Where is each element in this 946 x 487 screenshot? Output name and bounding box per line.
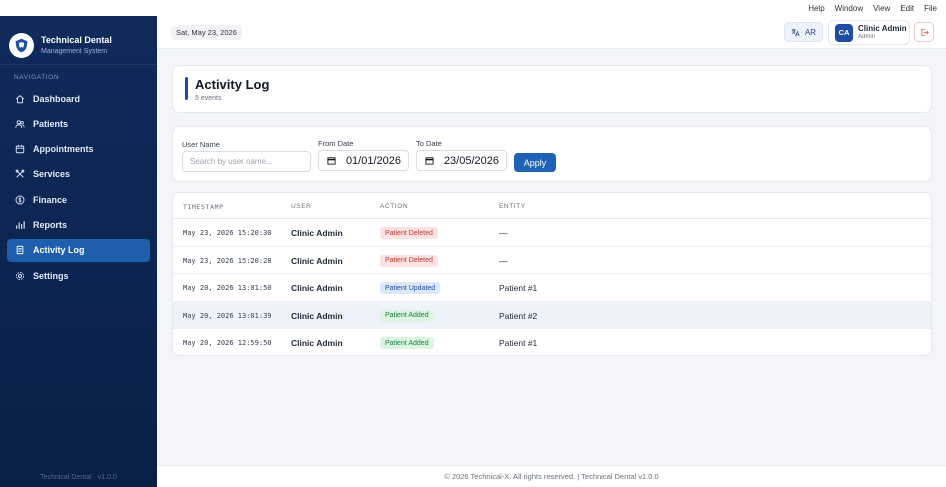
row-user: Clinic Admin xyxy=(291,338,343,348)
from-date-value: 01/01/2026 xyxy=(345,154,401,167)
row-user: Clinic Admin xyxy=(291,310,343,321)
row-user: Clinic Admin xyxy=(291,228,343,238)
calendar-icon xyxy=(425,157,434,165)
calendar-icon xyxy=(15,144,25,154)
logout-icon xyxy=(920,28,929,36)
row-entity: — xyxy=(499,255,508,266)
page-footer: © 2026 Technical-X. All rights reserved.… xyxy=(157,465,946,487)
table-row[interactable]: May 20, 2026 13:01:39 Clinic Admin Patient… xyxy=(173,301,931,329)
sidebar-item-finance[interactable]: Finance xyxy=(7,188,150,211)
language-toggle-button[interactable]: AR xyxy=(784,22,823,42)
from-date-label: From Date xyxy=(318,139,354,148)
menu-window[interactable]: Window xyxy=(830,4,868,13)
row-user: Clinic Admin xyxy=(291,255,343,266)
page-header: Activity Log 5 events xyxy=(172,65,932,113)
brand-title: Technical Dental xyxy=(41,34,112,45)
user-search-input[interactable]: Search by user name... xyxy=(182,151,311,172)
apply-button[interactable]: Apply xyxy=(514,153,556,172)
brand: Technical Dental Management System xyxy=(0,16,157,65)
to-date-value: 23/05/2026 xyxy=(443,154,499,167)
sidebar-item-appointments[interactable]: Appointments xyxy=(7,138,150,161)
sidebar-item-label: Finance xyxy=(33,194,68,205)
row-timestamp: May 23, 2026 15:20:30 xyxy=(183,229,272,237)
language-label: AR xyxy=(804,27,817,37)
brand-subtitle: Management System xyxy=(41,47,108,55)
document-icon xyxy=(16,246,24,255)
table-row[interactable]: May 23, 2026 15:20:28 Clinic Admin Patient… xyxy=(173,247,931,274)
table-row[interactable]: May 23, 2026 15:20:30 Clinic Admin Patient… xyxy=(173,219,931,247)
row-entity: Patient #1 xyxy=(499,283,538,293)
page-title: Activity Log xyxy=(195,77,270,92)
sidebar-item-label: Services xyxy=(33,169,71,180)
row-timestamp: May 23, 2026 15:20:28 xyxy=(183,256,272,265)
tools-icon xyxy=(15,170,25,179)
sidebar-item-dashboard[interactable]: Dashboard xyxy=(7,87,150,110)
activity-table: TIMESTAMP USER ACTION ENTITY May 23, 202… xyxy=(172,192,932,356)
users-icon xyxy=(15,120,25,128)
user-menu[interactable]: CA Clinic Admin Admin xyxy=(828,20,910,45)
calendar-icon xyxy=(327,157,336,165)
user-name-label: User Name xyxy=(182,140,220,149)
sidebar-item-label: Reports xyxy=(33,219,68,230)
title-accent-bar xyxy=(185,77,188,100)
action-badge: Patient Deleted xyxy=(380,254,438,267)
app-menubar: Help Window View Edit File xyxy=(0,0,946,16)
sidebar-item-label: Appointments xyxy=(33,144,94,155)
sidebar-item-services[interactable]: Services xyxy=(7,163,150,186)
row-user: Clinic Admin xyxy=(291,283,343,293)
to-date-input[interactable]: 23/05/2026 xyxy=(416,150,507,171)
menu-edit[interactable]: Edit xyxy=(895,4,919,13)
dollar-icon xyxy=(15,195,25,205)
menu-file[interactable]: File xyxy=(919,4,942,13)
column-user: USER xyxy=(291,203,312,210)
sidebar: Technical Dental Management System NAVIG… xyxy=(0,16,157,487)
sidebar-item-label: Patients xyxy=(33,118,69,129)
avatar: CA xyxy=(835,23,853,42)
column-entity: ENTITY xyxy=(499,203,526,210)
row-entity: Patient #2 xyxy=(499,310,538,321)
user-name: Clinic Admin xyxy=(858,24,907,33)
filter-panel: User Name Search by user name... From Da… xyxy=(172,126,932,182)
current-date: Sat, May 23, 2026 xyxy=(171,25,242,40)
home-icon xyxy=(15,94,25,103)
tooth-logo-icon xyxy=(9,33,34,58)
table-row[interactable]: May 20, 2026 12:59:50 Clinic Admin Patient… xyxy=(173,329,931,355)
row-timestamp: May 20, 2026 13:01:39 xyxy=(183,311,272,320)
topbar: Sat, May 23, 2026 AR CA Clinic Admin Adm… xyxy=(157,16,946,49)
action-badge: Patient Updated xyxy=(380,282,441,294)
action-badge: Patient Deleted xyxy=(380,227,438,239)
gear-icon xyxy=(16,271,24,280)
sidebar-item-reports[interactable]: Reports xyxy=(7,213,150,236)
sidebar-item-label: Settings xyxy=(33,270,69,281)
menu-help[interactable]: Help xyxy=(803,4,829,13)
sidebar-item-settings[interactable]: Settings xyxy=(7,264,150,287)
table-row[interactable]: May 20, 2026 13:01:50 Clinic Admin Patient… xyxy=(173,274,931,302)
nav-heading: NAVIGATION xyxy=(14,74,60,81)
action-badge: Patient Added xyxy=(380,337,434,349)
user-role: Admin xyxy=(858,34,876,40)
menu-view[interactable]: View xyxy=(868,4,895,13)
logout-button[interactable] xyxy=(914,22,934,42)
row-entity: — xyxy=(499,228,508,238)
column-action: ACTION xyxy=(380,203,409,210)
row-timestamp: May 20, 2026 13:01:50 xyxy=(183,284,272,292)
sidebar-item-label: Dashboard xyxy=(33,93,81,104)
table-header: TIMESTAMP USER ACTION ENTITY xyxy=(173,193,931,219)
sidebar-item-activity-log[interactable]: Activity Log xyxy=(7,238,150,262)
action-badge: Patient Added xyxy=(380,309,434,322)
sidebar-item-patients[interactable]: Patients xyxy=(7,112,150,135)
row-entity: Patient #1 xyxy=(499,338,538,348)
translate-icon xyxy=(791,28,800,36)
event-count: 5 events xyxy=(195,95,222,102)
row-timestamp: May 20, 2026 12:59:50 xyxy=(183,339,272,347)
column-timestamp: TIMESTAMP xyxy=(183,203,224,211)
sidebar-item-label: Activity Log xyxy=(33,245,85,256)
sidebar-version: Technical Dental · v1.0.0 xyxy=(40,474,117,481)
to-date-label: To Date xyxy=(416,139,442,148)
chart-icon xyxy=(16,221,25,229)
from-date-input[interactable]: 01/01/2026 xyxy=(318,150,409,171)
